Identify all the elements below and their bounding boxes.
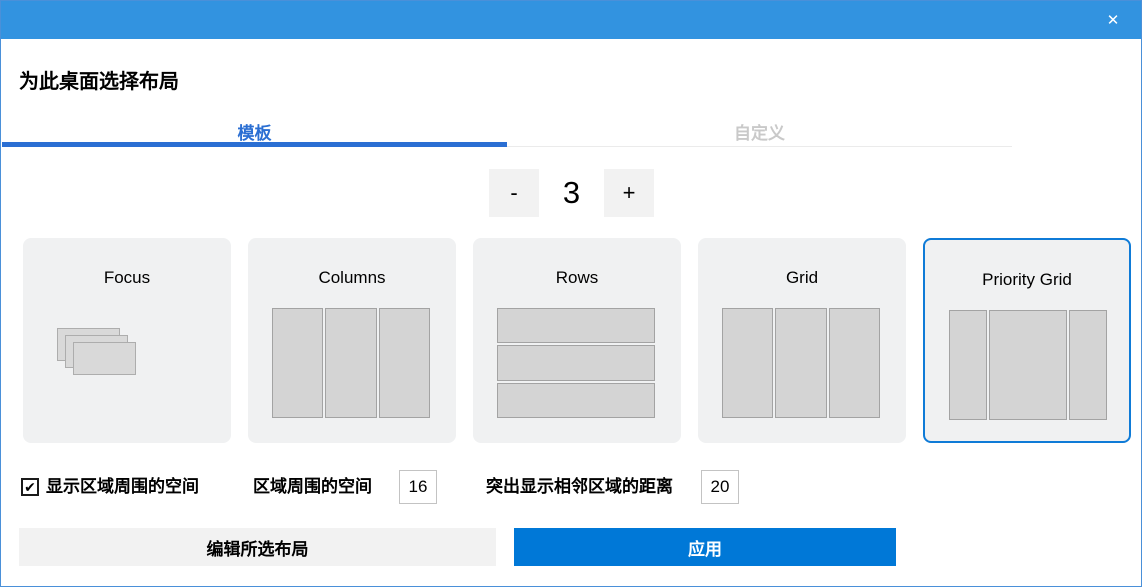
zone-count-value: 3 xyxy=(539,175,604,211)
space-around-zones-input[interactable] xyxy=(399,470,437,504)
highlight-distance-input[interactable] xyxy=(701,470,739,504)
layout-card-rows[interactable]: Rows xyxy=(473,238,681,443)
apply-button[interactable]: 应用 xyxy=(514,528,896,566)
priority-grid-layout-icon xyxy=(949,310,1107,420)
rows-layout-icon xyxy=(497,308,655,418)
layout-card-priority-grid[interactable]: Priority Grid xyxy=(923,238,1131,443)
close-icon[interactable]: ✕ xyxy=(1091,1,1135,39)
highlight-distance-label: 突出显示相邻区域的距离 xyxy=(486,469,673,505)
grid-layout-icon xyxy=(722,308,880,418)
space-around-zones-label: 区域周围的空间 xyxy=(253,469,372,505)
layout-card-grid[interactable]: Grid xyxy=(698,238,906,443)
zone-count-stepper: - 3 + xyxy=(489,168,654,218)
tab-custom[interactable]: 自定义 xyxy=(507,115,1012,147)
layout-card-focus[interactable]: Focus xyxy=(23,238,231,443)
layout-card-label: Columns xyxy=(248,268,456,288)
layout-card-label: Rows xyxy=(473,268,681,288)
edit-selected-layout-button[interactable]: 编辑所选布局 xyxy=(19,528,496,566)
tab-templates[interactable]: 模板 xyxy=(2,115,507,147)
spacing-options-row: ✔ 显示区域周围的空间 区域周围的空间 突出显示相邻区域的距离 xyxy=(1,469,1142,505)
increase-zones-button[interactable]: + xyxy=(604,169,654,217)
layout-card-label: Focus xyxy=(23,268,231,288)
page-title: 为此桌面选择布局 xyxy=(19,65,179,94)
layout-card-label: Grid xyxy=(698,268,906,288)
title-bar: ✕ xyxy=(1,1,1141,39)
columns-layout-icon xyxy=(272,308,430,418)
show-space-checkbox[interactable]: ✔ xyxy=(21,478,39,496)
action-buttons-row: 编辑所选布局 应用 xyxy=(1,528,1142,566)
show-space-label: 显示区域周围的空间 xyxy=(46,469,199,505)
tab-bar: 模板 自定义 xyxy=(2,115,1012,147)
layout-template-list: Focus Columns Rows Grid xyxy=(23,238,1131,443)
layout-card-label: Priority Grid xyxy=(925,270,1129,290)
focus-layout-icon xyxy=(57,328,157,388)
layout-card-columns[interactable]: Columns xyxy=(248,238,456,443)
layout-picker-dialog: ✕ 为此桌面选择布局 模板 自定义 - 3 + Focus Columns Ro… xyxy=(0,0,1142,587)
decrease-zones-button[interactable]: - xyxy=(489,169,539,217)
